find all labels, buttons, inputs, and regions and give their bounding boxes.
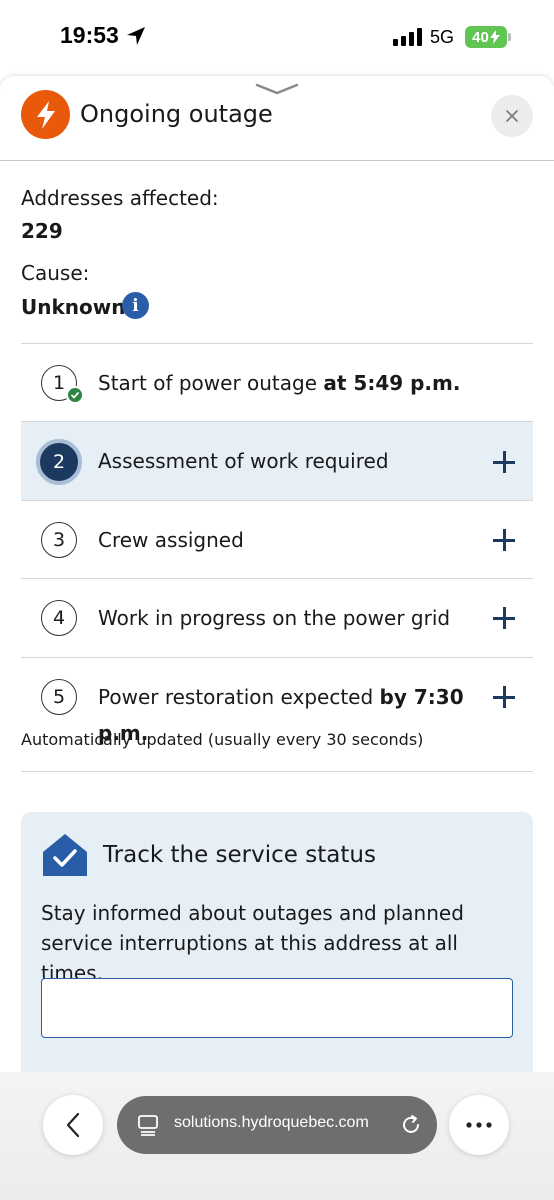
cause-label: Cause:: [21, 261, 90, 285]
close-icon: [506, 110, 518, 122]
address-bar[interactable]: solutions.hydroquebec.com: [117, 1096, 437, 1154]
step-outage-start: 1 Start of power outage at 5:49 p.m.: [21, 344, 533, 422]
page-title: Ongoing outage: [80, 100, 273, 128]
step-label: Assessment of work required: [98, 449, 389, 473]
auto-update-note: Automatically updated (usually every 30 …: [21, 730, 424, 749]
expand-plus-icon[interactable]: [493, 451, 515, 473]
step-assessment[interactable]: 2 Assessment of work required: [21, 422, 533, 501]
addresses-affected-label: Addresses affected:: [21, 186, 219, 210]
charging-bolt-icon: [489, 30, 500, 44]
step-number: 2: [36, 439, 82, 485]
track-description: Stay informed about outages and planned …: [41, 901, 464, 985]
sheet-header: Ongoing outage: [0, 76, 554, 161]
check-icon: [66, 386, 84, 404]
cause-value: Unknown: [21, 295, 126, 319]
step-work-in-progress[interactable]: 4 Work in progress on the power grid: [21, 579, 533, 658]
step-crew-assigned[interactable]: 3 Crew assigned: [21, 501, 533, 579]
status-bar: 19:53 5G 40: [0, 0, 554, 76]
track-service-card: Track the service status Stay informed a…: [21, 812, 533, 1112]
chevron-left-icon: [66, 1112, 80, 1138]
step-label: Start of power outage at 5:49 p.m.: [98, 371, 461, 395]
battery-level: 40: [472, 28, 489, 46]
step-number: 5: [41, 679, 77, 715]
expand-plus-icon[interactable]: [493, 529, 515, 551]
step-number: 3: [41, 522, 77, 558]
reload-icon[interactable]: [400, 1114, 422, 1136]
page-menu-icon[interactable]: [137, 1114, 159, 1136]
lightning-bolt-icon: [21, 90, 70, 139]
step-number: 4: [41, 600, 77, 636]
ellipsis-icon: [466, 1122, 492, 1128]
network-type: 5G: [430, 27, 455, 47]
more-options-button[interactable]: [449, 1095, 509, 1155]
info-icon[interactable]: i: [122, 292, 149, 319]
expand-plus-icon[interactable]: [493, 607, 515, 629]
track-title: Track the service status: [103, 842, 376, 868]
status-time: 19:53: [60, 22, 119, 48]
step-label: Crew assigned: [98, 528, 244, 552]
battery-icon: 40: [465, 26, 511, 48]
cellular-signal-icon: [393, 28, 422, 46]
step-label: Work in progress on the power grid: [98, 606, 451, 630]
back-button[interactable]: [43, 1095, 103, 1155]
outage-steps-list: 1 Start of power outage at 5:49 p.m. 2 A…: [21, 343, 533, 772]
step-power-restoration[interactable]: 5 Power restoration expected by 7:30 p.m…: [21, 658, 533, 772]
url-text: solutions.hydroquebec.com: [174, 1114, 369, 1131]
browser-toolbar: solutions.hydroquebec.com: [0, 1072, 554, 1200]
close-button[interactable]: [491, 95, 533, 137]
location-arrow-icon: [126, 26, 146, 50]
house-check-icon: [43, 834, 87, 876]
expand-plus-icon[interactable]: [493, 686, 515, 708]
track-service-button[interactable]: [41, 978, 513, 1038]
addresses-affected-value: 229: [21, 219, 63, 243]
